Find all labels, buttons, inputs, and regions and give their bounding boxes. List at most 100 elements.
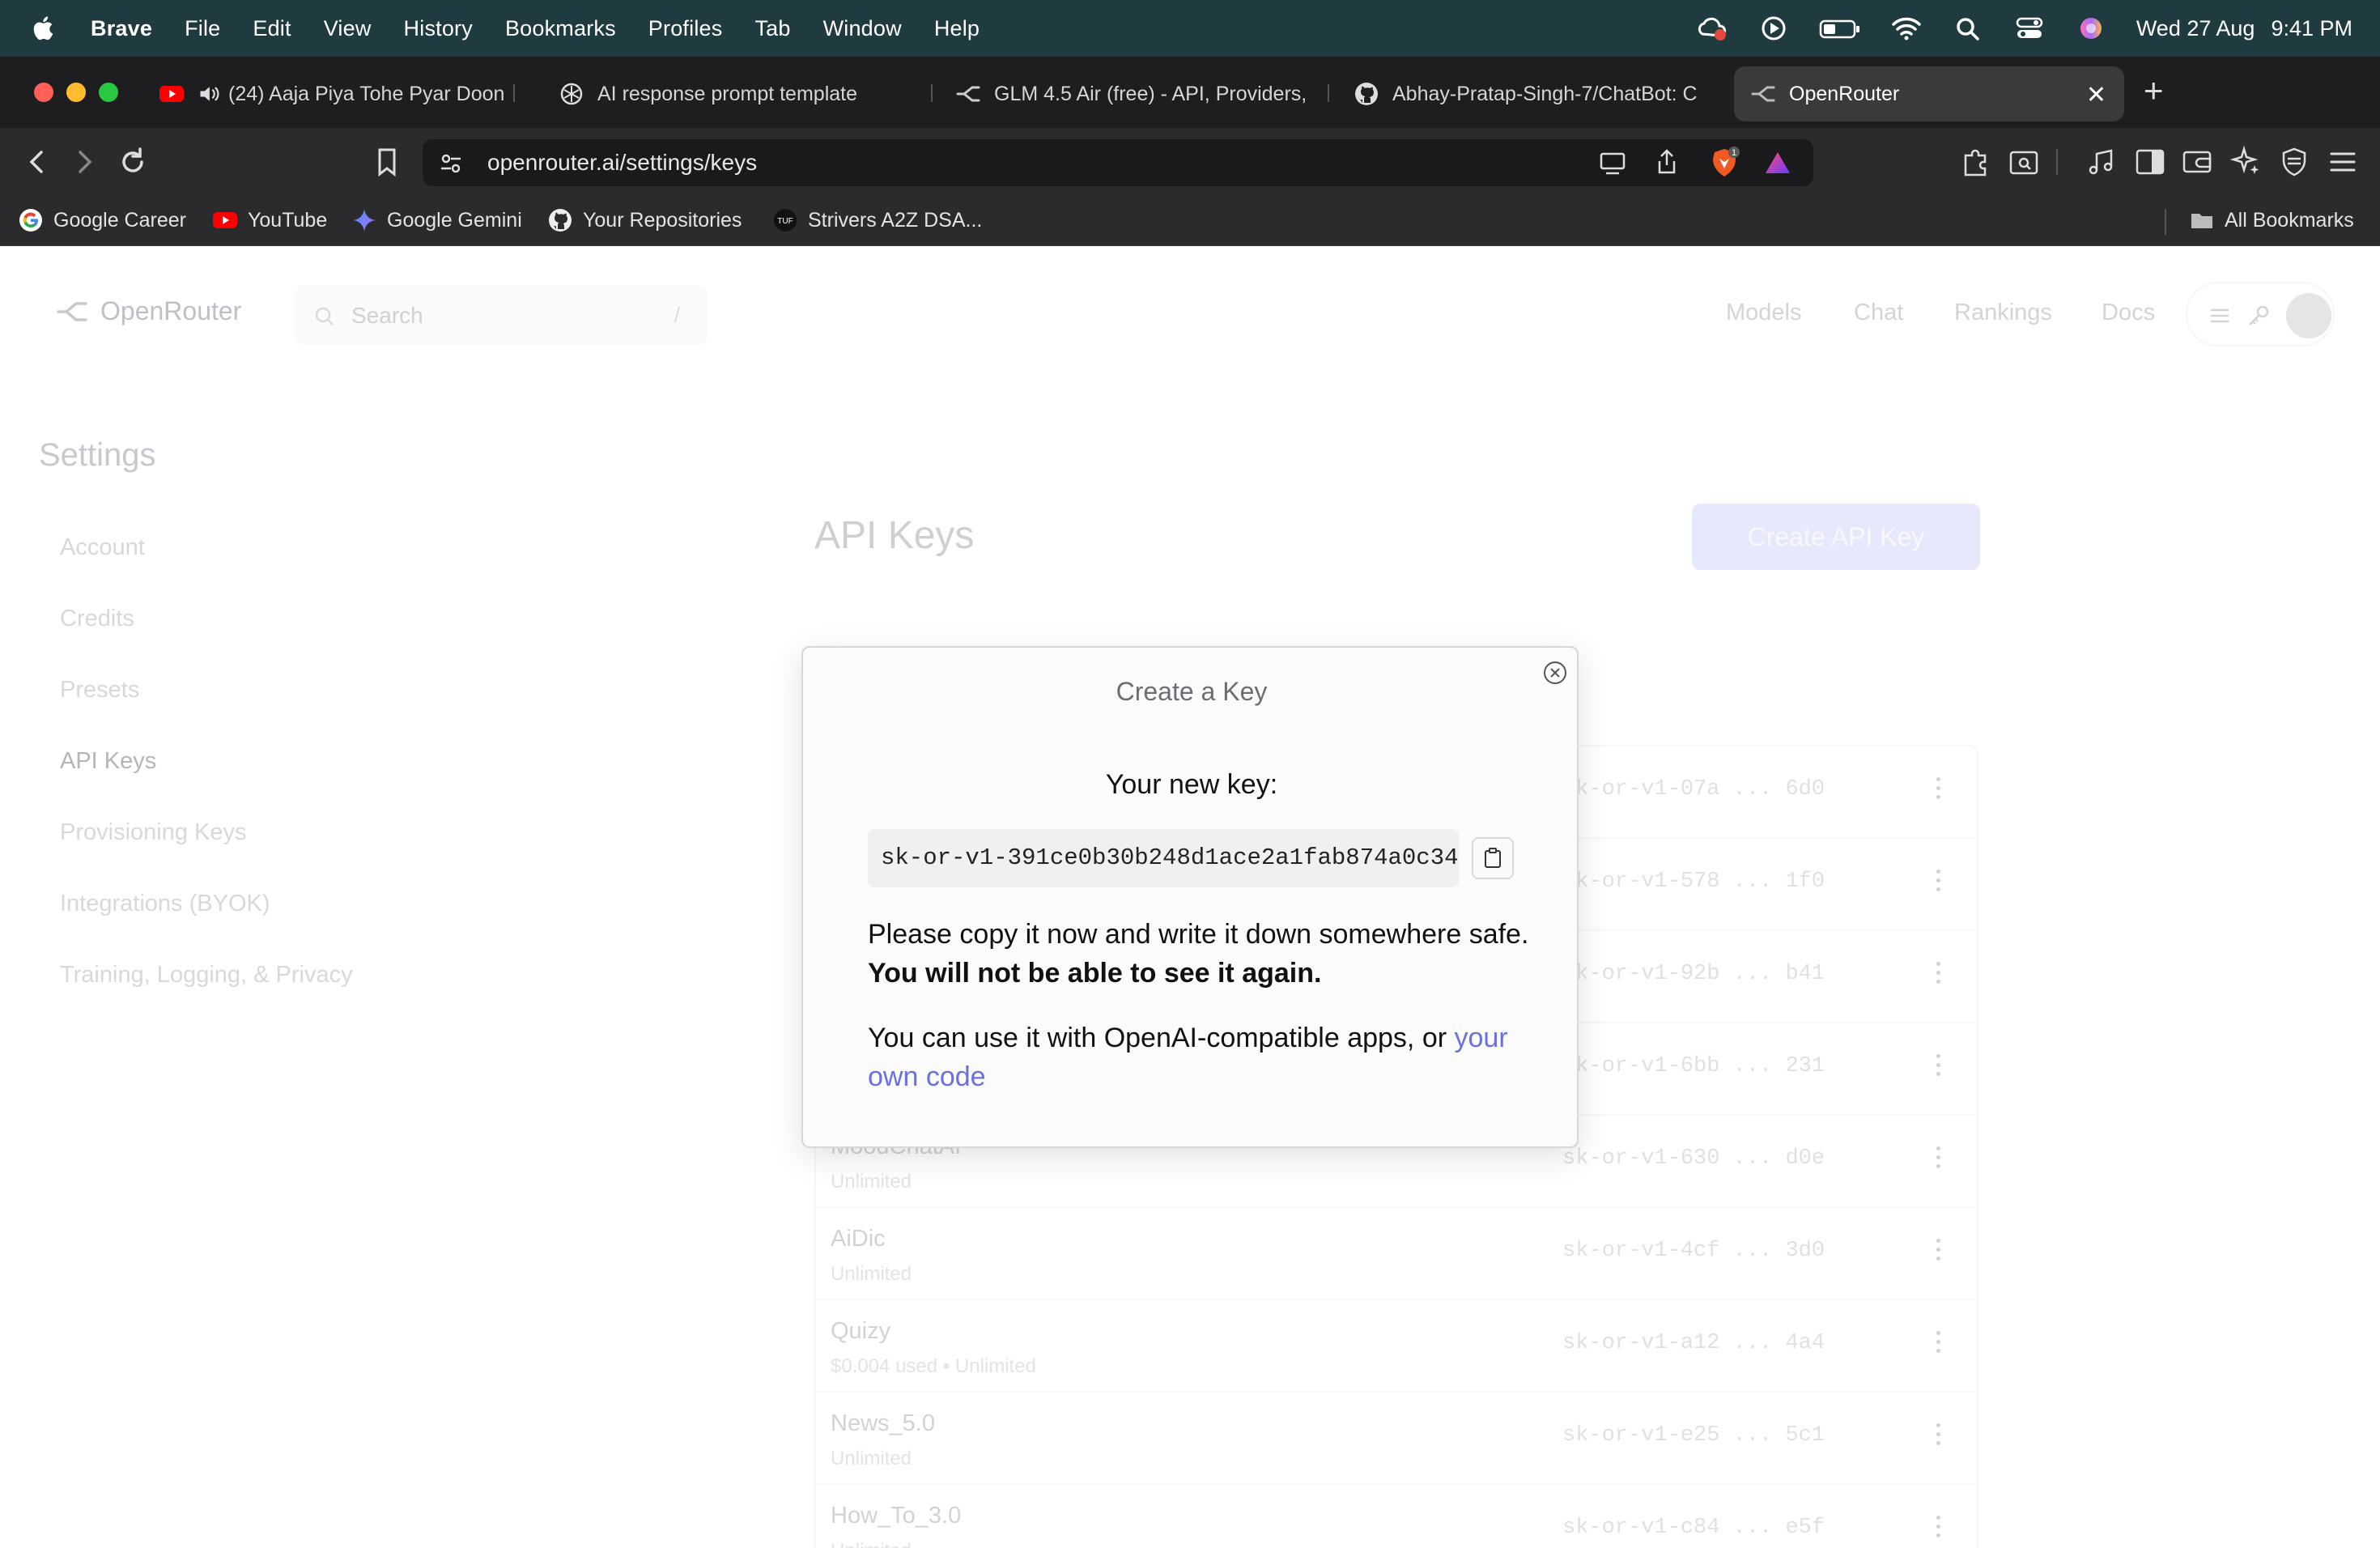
tab-divider [1328,84,1329,102]
menu-view[interactable]: View [324,16,372,41]
bookmark-google-career[interactable]: Google Career [18,207,186,233]
menu-bookmarks[interactable]: Bookmarks [505,16,616,41]
brave-shields-icon[interactable]: 1 [1708,146,1740,180]
copy-warning-bold: You will not be able to see it again. [868,958,1322,989]
bookmark-page-icon[interactable] [369,144,405,180]
gemini-icon [353,209,376,232]
battery-icon[interactable] [1819,15,1861,42]
menubar-clock[interactable]: Wed 27 Aug 9:41 PM [2136,16,2352,41]
apple-icon[interactable] [31,15,58,42]
reader-mode-icon[interactable] [2006,144,2042,180]
tab-youtube-song[interactable]: (24) Aaja Piya Tohe Pyar Doon [159,66,512,121]
tab-divider [931,84,933,102]
menu-profiles[interactable]: Profiles [648,16,723,41]
github-icon [549,209,572,232]
tab-strip: (24) Aaja Piya Tohe Pyar Doon AI respons… [0,57,2380,128]
tab-ai-prompt[interactable]: AI response prompt template [559,66,915,121]
browser-chrome: (24) Aaja Piya Tohe Pyar Doon AI respons… [0,57,2380,246]
wifi-icon[interactable] [1890,15,1923,42]
bookmark-label: Your Repositories [583,208,742,232]
window-close-button[interactable] [34,83,53,102]
menu-app-brave[interactable]: Brave [91,16,152,41]
folder-icon [2191,214,2212,228]
address-bar[interactable]: openrouter.ai/settings/keys 1 [423,139,1813,186]
site-settings-icon[interactable] [439,151,463,176]
window-zoom-button[interactable] [99,83,118,102]
share-icon[interactable] [1653,147,1681,176]
speaker-icon[interactable] [198,81,220,107]
bookmark-label: YouTube [248,208,328,232]
hamburger-menu-icon[interactable] [2325,144,2361,180]
tab-github-chatbot[interactable]: Abhay-Pratap-Singh-7/ChatBot: C [1354,66,1715,121]
leo-ai-icon[interactable] [2228,144,2263,180]
tab-openrouter-active[interactable]: OpenRouter ✕ [1734,66,2124,121]
bookmark-youtube[interactable]: YouTube [212,207,327,233]
copy-key-button[interactable] [1472,837,1514,879]
play-circle-icon[interactable] [1757,15,1790,42]
tuf-icon: TUF [774,209,797,232]
bookmark-your-repositories[interactable]: Your Repositories [547,207,742,233]
wallet-icon[interactable] [2179,144,2215,180]
all-bookmarks-folder[interactable]: All Bookmarks [2189,207,2354,233]
youtube-icon [213,212,237,228]
openai-icon [560,83,583,105]
usage-hint-text: You can use it with OpenAI-compatible ap… [868,1019,1532,1096]
bookmarks-bar: Google Career YouTube Google Gemini Your… [0,196,2380,246]
menu-window[interactable]: Window [823,16,902,41]
bookmark-label: Strivers A2Z DSA... [808,208,983,232]
brave-rewards-icon[interactable] [1763,149,1792,176]
tab-label: Abhay-Pratap-Singh-7/ChatBot: C [1392,82,1698,105]
window-minimize-button[interactable] [66,83,86,102]
openrouter-icon [956,86,980,102]
bookmark-strivers-a2z[interactable]: TUF Strivers A2Z DSA... [772,207,982,233]
macos-menu-bar: Brave File Edit View History Bookmarks P… [0,0,2380,57]
bookmarks-divider [2165,209,2166,235]
extensions-icon[interactable] [1957,144,1993,180]
copy-warning-text: Please copy it now and write it down som… [868,915,1532,993]
github-icon [1355,83,1378,105]
create-key-modal: Create a Key Your new key: sk-or-v1-391c… [801,646,1579,1148]
media-music-icon[interactable] [2084,144,2119,180]
spotlight-search-icon[interactable] [1952,15,1984,42]
menu-help[interactable]: Help [934,16,980,41]
google-icon [19,209,42,232]
back-icon[interactable] [19,144,55,180]
tab-glm-air[interactable]: GLM 4.5 Air (free) - API, Providers, [955,66,1311,121]
menubar-date: Wed 27 Aug [2136,15,2255,40]
modal-title: Create a Key [1116,677,1268,706]
tab-label: OpenRouter [1789,82,1900,105]
siri-icon[interactable] [2075,15,2107,42]
menu-tab[interactable]: Tab [754,16,790,41]
reload-icon[interactable] [115,144,151,180]
menubar-time: 9:41 PM [2271,15,2352,40]
all-bookmarks-label: All Bookmarks [2225,208,2354,232]
new-key-value: sk-or-v1-391ce0b30b248d1ace2a1fab874a0c3… [881,844,1459,871]
bookmark-label: Google Career [53,208,186,232]
cast-icon[interactable] [1598,149,1627,176]
sidebar-toggle-icon[interactable] [2132,144,2168,180]
tab-label: AI response prompt template [597,82,857,105]
toolbar-divider [2056,149,2058,175]
usage-hint-plain: You can use it with OpenAI-compatible ap… [868,1023,1455,1053]
menu-history[interactable]: History [404,16,473,41]
openrouter-icon [1751,86,1775,102]
bookmark-label: Google Gemini [387,208,522,232]
control-center-icon[interactable] [2013,15,2046,42]
forward-icon[interactable] [66,144,102,180]
bookmark-google-gemini[interactable]: Google Gemini [351,207,522,233]
youtube-icon [159,86,184,102]
clipboard-icon [1485,848,1501,868]
svg-text:TUF: TUF [777,217,793,226]
menu-edit[interactable]: Edit [253,16,291,41]
address-url: openrouter.ai/settings/keys [487,150,758,175]
tab-close-icon[interactable]: ✕ [2086,81,2106,109]
new-tab-button[interactable]: + [2144,71,2164,110]
browser-toolbar: openrouter.ai/settings/keys 1 [0,128,2380,196]
tab-label: GLM 4.5 Air (free) - API, Providers, [994,82,1307,105]
vpn-shield-icon[interactable] [2276,144,2312,180]
creative-cloud-icon[interactable] [1696,15,1728,42]
copy-warning-plain: Please copy it now and write it down som… [868,919,1529,950]
menu-file[interactable]: File [185,16,220,41]
new-key-field[interactable]: sk-or-v1-391ce0b30b248d1ace2a1fab874a0c3… [868,829,1459,887]
tab-label: (24) Aaja Piya Tohe Pyar Doon [228,82,505,105]
